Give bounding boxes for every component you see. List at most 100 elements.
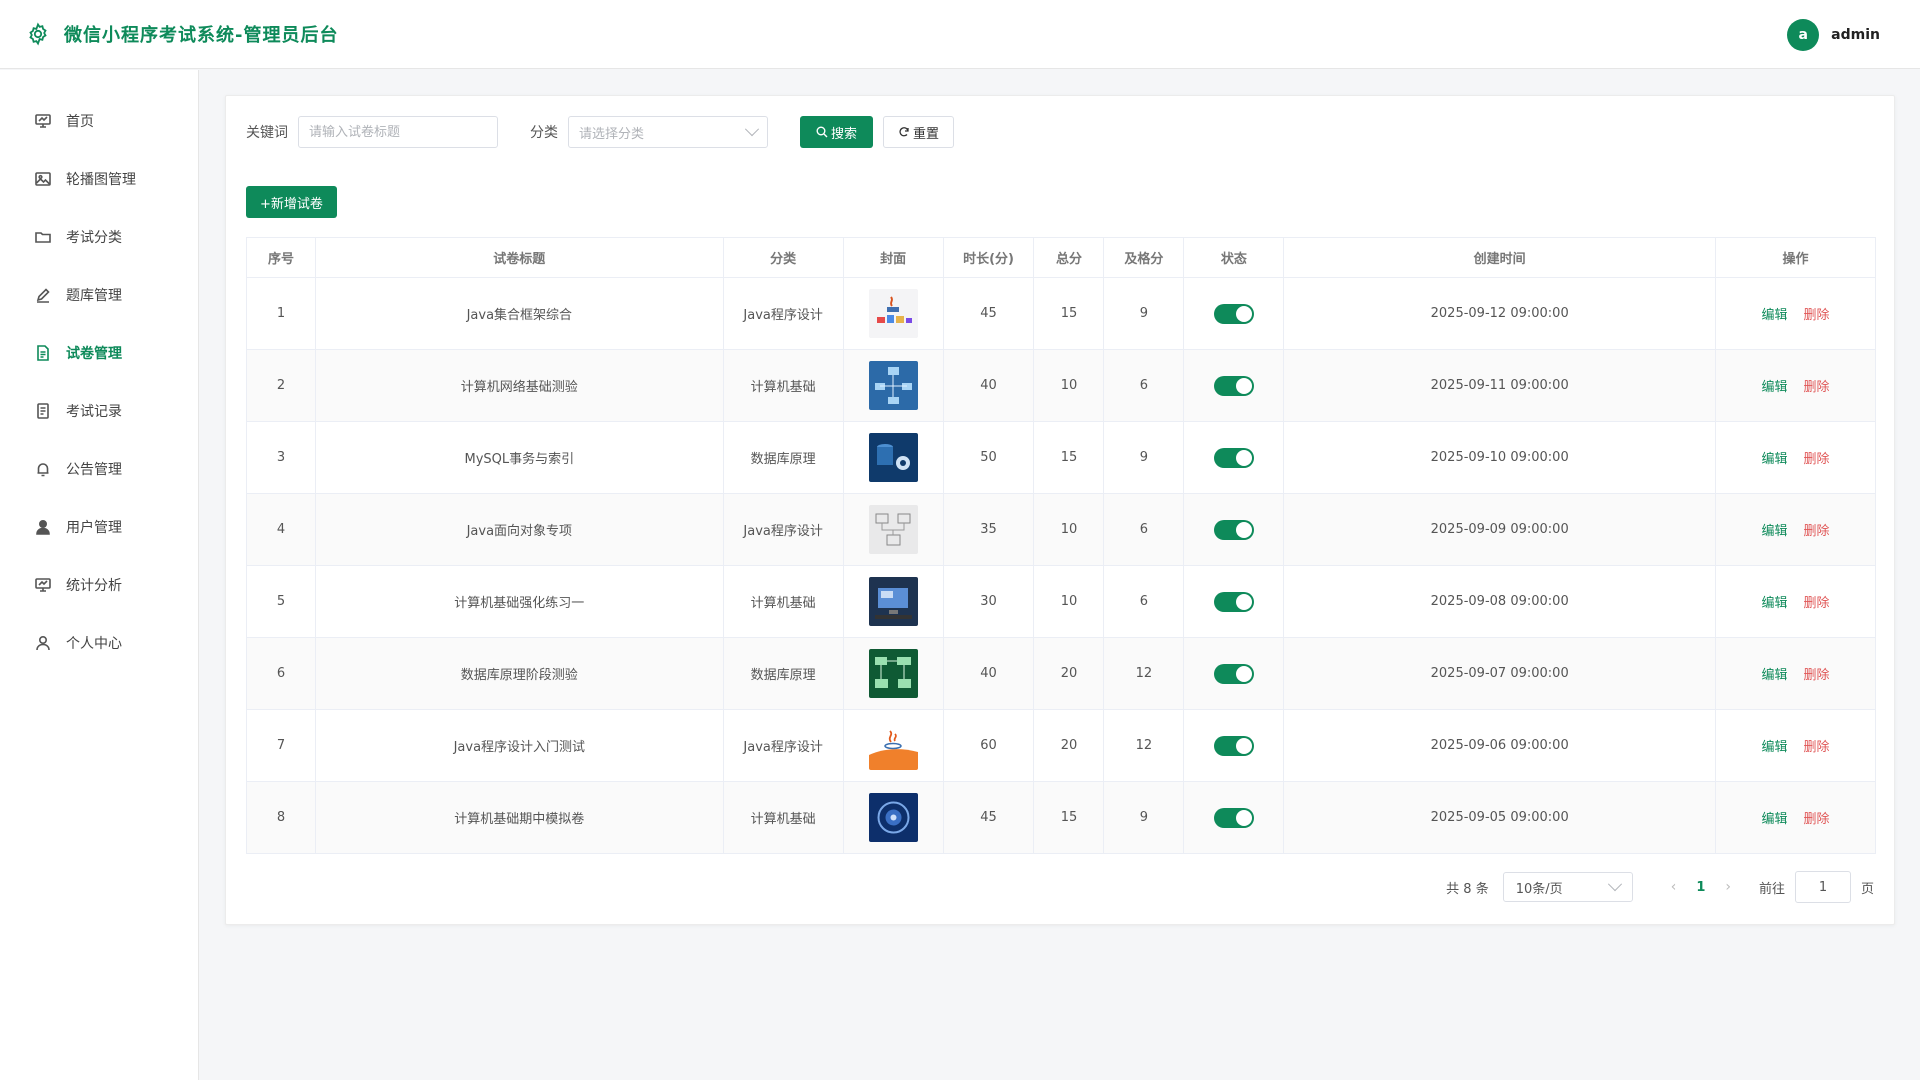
cell-actions: 编辑 删除 bbox=[1715, 637, 1876, 710]
prev-page-icon[interactable]: ‹ bbox=[1671, 879, 1677, 895]
table-row: 4 Java面向对象专项 Java程序设计 35 10 6 2025-09-09 09:00… bbox=[246, 493, 1876, 566]
cell-duration: 50 bbox=[942, 421, 1035, 494]
delete-button[interactable]: 删除 bbox=[1804, 740, 1830, 755]
page-number-current[interactable]: 1 bbox=[1696, 880, 1705, 895]
avatar[interactable]: a bbox=[1787, 19, 1820, 51]
status-toggle[interactable] bbox=[1213, 735, 1254, 756]
cell-status bbox=[1183, 277, 1285, 350]
sidebar-item-label: 用户管理 bbox=[66, 520, 122, 536]
cell-title: Java面向对象专项 bbox=[314, 493, 724, 566]
sidebar-item-records[interactable]: 考试记录 bbox=[0, 382, 198, 440]
sidebar-item-notice[interactable]: 公告管理 bbox=[0, 440, 198, 498]
delete-button[interactable]: 删除 bbox=[1804, 668, 1830, 683]
sidebar-item-users[interactable]: 用户管理 bbox=[0, 498, 198, 556]
goto-page-input[interactable] bbox=[1794, 871, 1851, 903]
cell-status bbox=[1183, 349, 1285, 422]
status-toggle[interactable] bbox=[1213, 807, 1254, 828]
delete-button[interactable]: 删除 bbox=[1804, 524, 1830, 539]
cell-index: 6 bbox=[246, 637, 316, 710]
status-toggle[interactable] bbox=[1213, 519, 1254, 540]
column-header: 序号 bbox=[246, 237, 316, 278]
cell-actions: 编辑 删除 bbox=[1715, 421, 1876, 494]
cell-title: 计算机网络基础测验 bbox=[314, 349, 724, 422]
cell-title: 计算机基础强化练习一 bbox=[314, 565, 724, 638]
page-size-value: 10条/页 bbox=[1515, 881, 1563, 897]
category-select[interactable]: 请选择分类 bbox=[568, 116, 768, 148]
add-paper-button[interactable]: +新增试卷 bbox=[246, 186, 337, 218]
sidebar-item-profile[interactable]: 个人中心 bbox=[0, 614, 198, 672]
edit-button[interactable]: 编辑 bbox=[1762, 740, 1788, 755]
cell-total: 10 bbox=[1033, 493, 1105, 566]
monitor-icon bbox=[35, 114, 51, 128]
status-toggle[interactable] bbox=[1213, 375, 1254, 396]
cell-cover bbox=[842, 565, 944, 638]
desktop-cover bbox=[868, 577, 918, 626]
cell-cover bbox=[842, 781, 944, 854]
cell-cover bbox=[842, 421, 944, 494]
reset-button[interactable]: 重置 bbox=[883, 116, 955, 148]
column-header: 时长(分) bbox=[942, 237, 1035, 278]
cell-total: 15 bbox=[1033, 781, 1105, 854]
search-button[interactable]: 搜索 bbox=[800, 116, 874, 148]
username[interactable]: admin bbox=[1831, 27, 1880, 43]
sidebar-item-label: 统计分析 bbox=[66, 578, 122, 594]
status-toggle[interactable] bbox=[1213, 591, 1254, 612]
delete-button[interactable]: 删除 bbox=[1804, 596, 1830, 611]
java-logo-cover bbox=[868, 721, 918, 770]
edit-button[interactable]: 编辑 bbox=[1762, 668, 1788, 683]
status-toggle[interactable] bbox=[1213, 303, 1254, 324]
cell-pass: 9 bbox=[1103, 277, 1185, 350]
cell-status bbox=[1183, 637, 1285, 710]
sidebar-item-home[interactable]: 首页 bbox=[0, 92, 198, 150]
sidebar-item-label: 公告管理 bbox=[66, 462, 122, 478]
status-toggle[interactable] bbox=[1213, 447, 1254, 468]
pagination: 共 8 条 10条/页 ‹ 1 › 前往 页 bbox=[1446, 871, 1874, 903]
document-icon bbox=[37, 345, 49, 361]
edit-button[interactable]: 编辑 bbox=[1762, 380, 1788, 395]
cell-actions: 编辑 删除 bbox=[1715, 781, 1876, 854]
sidebar-item-question-bank[interactable]: 题库管理 bbox=[0, 266, 198, 324]
page-size-select[interactable]: 10条/页 bbox=[1502, 872, 1633, 902]
sidebar-item-category[interactable]: 考试分类 bbox=[0, 208, 198, 266]
edit-button[interactable]: 编辑 bbox=[1762, 308, 1788, 323]
table-row: 8 计算机基础期中模拟卷 计算机基础 45 15 9 2025-09-05 09:00:00… bbox=[246, 781, 1876, 854]
delete-button[interactable]: 删除 bbox=[1804, 812, 1830, 827]
sidebar-item-papers[interactable]: 试卷管理 bbox=[0, 324, 198, 382]
cell-status bbox=[1183, 565, 1285, 638]
keyword-input[interactable] bbox=[298, 116, 498, 148]
column-header: 总分 bbox=[1033, 237, 1105, 278]
sidebar-item-banner[interactable]: 轮播图管理 bbox=[0, 150, 198, 208]
cell-actions: 编辑 删除 bbox=[1715, 709, 1876, 782]
cell-category: Java程序设计 bbox=[722, 277, 844, 350]
edit-button[interactable]: 编辑 bbox=[1762, 812, 1788, 827]
main-card: 关键词 分类 请选择分类 搜索 重置 +新增试卷 序号 试卷标题 分类 封面 时… bbox=[225, 95, 1895, 925]
column-header: 试卷标题 bbox=[314, 237, 724, 278]
sidebar-item-stats[interactable]: 统计分析 bbox=[0, 556, 198, 614]
delete-button[interactable]: 删除 bbox=[1804, 380, 1830, 395]
column-header: 及格分 bbox=[1103, 237, 1185, 278]
delete-button[interactable]: 删除 bbox=[1804, 452, 1830, 467]
delete-button[interactable]: 删除 bbox=[1804, 308, 1830, 323]
cell-total: 10 bbox=[1033, 349, 1105, 422]
edit-icon bbox=[36, 288, 50, 303]
sidebar-item-label: 个人中心 bbox=[66, 636, 122, 652]
category-label: 分类 bbox=[530, 125, 558, 141]
table-row: 5 计算机基础强化练习一 计算机基础 30 10 6 2025-09-08 09:00:00… bbox=[246, 565, 1876, 638]
column-header: 状态 bbox=[1183, 237, 1285, 278]
user-icon bbox=[36, 635, 50, 651]
next-page-icon[interactable]: › bbox=[1725, 879, 1731, 895]
table-row: 6 数据库原理阶段测验 数据库原理 40 20 12 2025-09-07 09:00:00… bbox=[246, 637, 1876, 710]
cell-pass: 9 bbox=[1103, 421, 1185, 494]
edit-button[interactable]: 编辑 bbox=[1762, 452, 1788, 467]
column-header: 操作 bbox=[1715, 237, 1876, 278]
cell-pass: 6 bbox=[1103, 349, 1185, 422]
search-icon bbox=[816, 126, 828, 138]
filter-bar: 关键词 分类 请选择分类 搜索 重置 bbox=[246, 116, 955, 148]
app-title: 微信小程序考试系统-管理员后台 bbox=[64, 25, 339, 46]
cell-index: 8 bbox=[246, 781, 316, 854]
status-toggle[interactable] bbox=[1213, 663, 1254, 684]
user-menu[interactable]: a admin bbox=[1787, 19, 1880, 51]
disk-cover bbox=[868, 793, 918, 842]
edit-button[interactable]: 编辑 bbox=[1762, 596, 1788, 611]
edit-button[interactable]: 编辑 bbox=[1762, 524, 1788, 539]
